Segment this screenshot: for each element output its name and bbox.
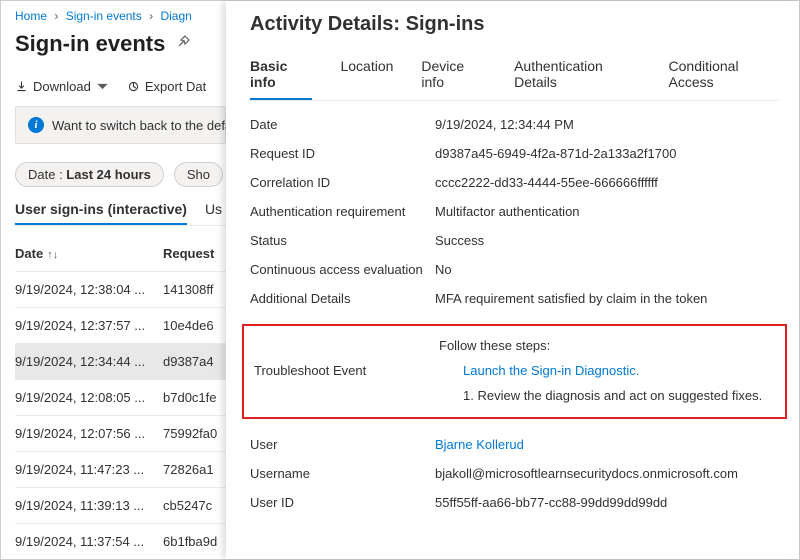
details-title: Activity Details: Sign-ins <box>250 13 779 36</box>
filter-date-pill[interactable]: Date : Last 24 hours <box>15 162 164 187</box>
page-title: Sign-in events <box>15 31 165 57</box>
field-cae-val: No <box>435 262 779 277</box>
tab-user-signins-interactive[interactable]: User sign-ins (interactive) <box>15 201 187 225</box>
col-header-request[interactable]: Request <box>163 246 226 261</box>
launch-diagnostic-link[interactable]: Launch the Sign-in Diagnostic. <box>463 363 639 378</box>
field-status-key: Status <box>250 233 435 248</box>
pin-icon[interactable] <box>175 34 191 55</box>
left-tabs: User sign-ins (interactive) Us <box>15 201 226 226</box>
download-button[interactable]: Download <box>15 79 109 94</box>
table-row[interactable]: 9/19/2024, 12:37:57 ...10e4de6 <box>15 308 226 344</box>
table-row[interactable]: 9/19/2024, 11:37:54 ...6b1fba9d <box>15 524 226 559</box>
field-userid-key: User ID <box>250 495 435 510</box>
breadcrumb-home[interactable]: Home <box>15 9 47 23</box>
command-bar: Download Export Dat <box>15 79 226 94</box>
field-date-val: 9/19/2024, 12:34:44 PM <box>435 117 779 132</box>
table-row[interactable]: 9/19/2024, 11:47:23 ...72826a1 <box>15 452 226 488</box>
table-row[interactable]: 9/19/2024, 12:34:44 ...d9387a4 <box>15 344 226 380</box>
tab-device-info[interactable]: Device info <box>421 58 486 100</box>
field-troubleshoot-key: Troubleshoot Event <box>254 363 439 378</box>
tab-basic-info[interactable]: Basic info <box>250 58 312 100</box>
filter-date-label: Date : <box>28 167 66 182</box>
tab-conditional-access[interactable]: Conditional Access <box>669 58 779 100</box>
chevron-down-icon <box>96 80 109 93</box>
export-button[interactable]: Export Dat <box>127 79 206 94</box>
breadcrumb-diag[interactable]: Diagn <box>160 9 191 23</box>
field-corrid-val: cccc2222-dd33-4444-55ee-666666ffffff <box>435 175 779 190</box>
field-username-key: Username <box>250 466 435 481</box>
field-userid-val: 55ff55ff-aa66-bb77-cc88-99dd99dd99dd <box>435 495 779 510</box>
field-authreq-key: Authentication requirement <box>250 204 435 219</box>
download-label: Download <box>33 79 91 94</box>
field-authreq-val: Multifactor authentication <box>435 204 779 219</box>
tab-auth-details[interactable]: Authentication Details <box>514 58 640 100</box>
details-tabs: Basic info Location Device info Authenti… <box>250 58 779 101</box>
notice-banner: i Want to switch back to the defa <box>15 106 226 144</box>
chevron-right-icon: › <box>149 9 153 23</box>
signin-table: Date↑↓ Request 9/19/2024, 12:38:04 ...14… <box>15 236 226 559</box>
notice-text: Want to switch back to the defa <box>52 118 226 133</box>
table-row[interactable]: 9/19/2024, 12:38:04 ...141308ff <box>15 272 226 308</box>
filter-date-value: Last 24 hours <box>66 167 151 182</box>
field-reqid-val: d9387a45-6949-4f2a-871d-2a133a2f1700 <box>435 146 779 161</box>
chevron-right-icon: › <box>54 9 58 23</box>
table-row[interactable]: 9/19/2024, 12:08:05 ...b7d0c1fe <box>15 380 226 416</box>
tab-other[interactable]: Us <box>205 201 222 225</box>
field-status-val: Success <box>435 233 779 248</box>
sort-icon: ↑↓ <box>47 249 58 261</box>
col-header-date[interactable]: Date↑↓ <box>15 246 163 261</box>
user-link[interactable]: Bjarne Kollerud <box>435 437 524 452</box>
export-label: Export Dat <box>145 79 206 94</box>
field-corrid-key: Correlation ID <box>250 175 435 190</box>
field-username-val: bjakoll@microsoftlearnsecuritydocs.onmic… <box>435 466 779 481</box>
troubleshoot-highlight: Troubleshoot Event Follow these steps: L… <box>242 324 787 419</box>
table-row[interactable]: 9/19/2024, 12:07:56 ...75992fa0 <box>15 416 226 452</box>
filter-show-pill[interactable]: Sho <box>174 162 223 187</box>
field-date-key: Date <box>250 117 435 132</box>
breadcrumb: Home › Sign-in events › Diagn <box>15 9 226 23</box>
field-user-key: User <box>250 437 435 452</box>
details-panel: Activity Details: Sign-ins Basic info Lo… <box>226 1 799 559</box>
troubleshoot-step-1: 1. Review the diagnosis and act on sugge… <box>439 388 775 403</box>
info-icon: i <box>28 117 44 133</box>
field-additional-key: Additional Details <box>250 291 435 306</box>
troubleshoot-intro: Follow these steps: <box>439 338 775 353</box>
field-reqid-key: Request ID <box>250 146 435 161</box>
tab-location[interactable]: Location <box>340 58 393 100</box>
field-cae-key: Continuous access evaluation <box>250 262 435 277</box>
breadcrumb-signin[interactable]: Sign-in events <box>66 9 142 23</box>
filter-show-label: Sho <box>187 167 210 182</box>
field-additional-val: MFA requirement satisfied by claim in th… <box>435 291 779 306</box>
table-row[interactable]: 9/19/2024, 11:39:13 ...cb5247c <box>15 488 226 524</box>
